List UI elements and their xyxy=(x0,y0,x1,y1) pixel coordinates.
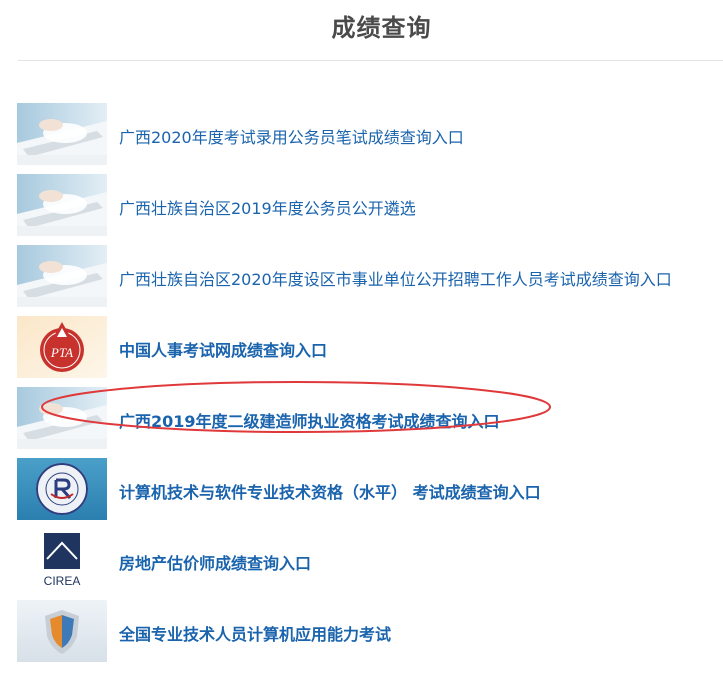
link-computer-application-exam[interactable]: 全国专业技术人员计算机应用能力考试 xyxy=(119,621,391,645)
svg-text:CIREA: CIREA xyxy=(44,574,81,588)
ruankao-seal-logo-icon[interactable] xyxy=(17,458,107,520)
shield-logo-icon[interactable] xyxy=(17,600,107,662)
list-item: PTA 中国人事考试网成绩查询入口 xyxy=(17,316,723,387)
link-cirea-appraiser[interactable]: 房地产估价师成绩查询入口 xyxy=(119,550,311,574)
laptop-keyboard-thumbnail-icon[interactable] xyxy=(17,245,107,307)
red-annotation-ellipse xyxy=(41,381,551,433)
laptop-keyboard-thumbnail-icon[interactable] xyxy=(17,174,107,236)
list-item: CIREA 房地产估价师成绩查询入口 xyxy=(17,529,723,600)
title-divider xyxy=(18,60,723,61)
page-title: 成绩查询 xyxy=(331,14,432,42)
list-item: 广西壮族自治区2019年度公务员公开遴选 xyxy=(17,174,723,245)
link-gx-2019-civil-servant-selection[interactable]: 广西壮族自治区2019年度公务员公开遴选 xyxy=(119,195,416,219)
link-gx-2020-public-institution[interactable]: 广西壮族自治区2020年度设区市事业单位公开招聘工作人员考试成绩查询入口 xyxy=(119,266,672,290)
svg-text:PTA: PTA xyxy=(50,345,73,360)
list-item: 计算机技术与软件专业技术资格（水平） 考试成绩查询入口 xyxy=(17,458,723,529)
list-item: 全国专业技术人员计算机应用能力考试 xyxy=(17,600,723,671)
link-cpta-results[interactable]: 中国人事考试网成绩查询入口 xyxy=(119,337,327,361)
cirea-logo-icon[interactable]: CIREA xyxy=(17,529,107,591)
list-item: 广西壮族自治区2020年度设区市事业单位公开招聘工作人员考试成绩查询入口 xyxy=(17,245,723,316)
list-item: 广西2020年度考试录用公务员笔试成绩查询入口 xyxy=(17,103,723,174)
link-computer-tech-qualification[interactable]: 计算机技术与软件专业技术资格（水平） 考试成绩查询入口 xyxy=(119,479,541,503)
link-gx-2020-civil-servant[interactable]: 广西2020年度考试录用公务员笔试成绩查询入口 xyxy=(119,124,464,148)
laptop-keyboard-thumbnail-icon[interactable] xyxy=(17,103,107,165)
pta-logo-icon[interactable]: PTA xyxy=(17,316,107,378)
